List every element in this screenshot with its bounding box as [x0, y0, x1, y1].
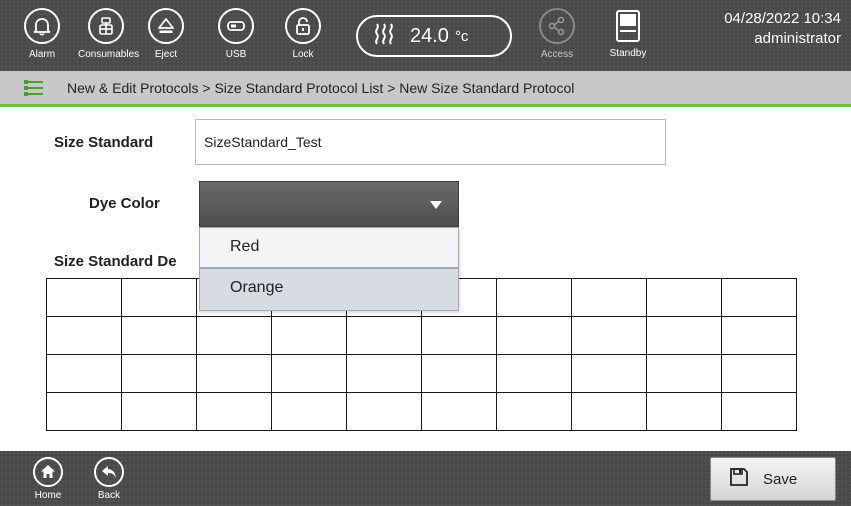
back-label: Back	[97, 490, 121, 501]
consumables-button[interactable]: Consumables	[78, 8, 140, 68]
table-cell[interactable]	[646, 392, 722, 431]
table-cell[interactable]	[46, 278, 122, 317]
consumables-label: Consumables	[78, 49, 140, 60]
date-time: 04/28/2022 10:34	[724, 10, 841, 27]
breadcrumb-bar: New & Edit Protocols > Size Standard Pro…	[0, 71, 851, 107]
table-cell[interactable]	[421, 316, 497, 355]
table-cell[interactable]	[121, 392, 197, 431]
instrument-screen: Alarm Consumables Eject USB Lock 24.0 °c…	[0, 0, 851, 506]
table-cell[interactable]	[271, 316, 347, 355]
current-user: administrator	[754, 30, 841, 47]
temperature-value: 24.0	[410, 24, 449, 47]
table-cell[interactable]	[121, 278, 197, 317]
table-cell[interactable]	[196, 316, 272, 355]
access-button[interactable]: Access	[529, 8, 585, 68]
table-cell[interactable]	[346, 392, 422, 431]
table-cell[interactable]	[571, 278, 647, 317]
table-cell[interactable]	[571, 316, 647, 355]
menu-list-icon[interactable]	[24, 80, 43, 96]
table-cell[interactable]	[421, 392, 497, 431]
floppy-disk-icon	[729, 467, 749, 491]
alarm-button[interactable]: Alarm	[14, 8, 70, 68]
table-cell[interactable]	[646, 316, 722, 355]
save-label: Save	[763, 470, 798, 488]
lock-icon	[285, 8, 321, 44]
dye-color-label: Dye Color	[89, 195, 160, 212]
table-cell[interactable]	[121, 316, 197, 355]
table-cell[interactable]	[646, 278, 722, 317]
size-standard-definition-label: Size Standard De	[54, 253, 177, 270]
table-cell[interactable]	[346, 316, 422, 355]
table-cell[interactable]	[721, 392, 797, 431]
table-cell[interactable]	[421, 354, 497, 393]
dye-option-red[interactable]: Red	[200, 228, 458, 269]
consumables-icon	[88, 8, 124, 44]
share-icon	[539, 8, 575, 44]
table-cell[interactable]	[571, 354, 647, 393]
standby-button[interactable]: Standby	[596, 8, 660, 68]
table-row	[46, 392, 797, 431]
dye-option-orange[interactable]: Orange	[200, 269, 458, 310]
usb-button[interactable]: USB	[208, 8, 264, 68]
table-cell[interactable]	[346, 354, 422, 393]
table-cell[interactable]	[571, 392, 647, 431]
dye-color-select[interactable]	[199, 181, 459, 227]
table-cell[interactable]	[496, 278, 572, 317]
eject-icon	[148, 8, 184, 44]
table-cell[interactable]	[721, 278, 797, 317]
back-button[interactable]: Back	[87, 457, 131, 503]
standby-label: Standby	[609, 48, 647, 59]
table-cell[interactable]	[271, 392, 347, 431]
dropdown-arrow-icon	[430, 201, 442, 209]
table-cell[interactable]	[496, 354, 572, 393]
table-cell[interactable]	[46, 316, 122, 355]
save-button[interactable]: Save	[710, 457, 836, 501]
table-cell[interactable]	[46, 392, 122, 431]
temperature-unit: °c	[454, 27, 469, 45]
dye-color-dropdown: Red Orange	[199, 227, 459, 311]
alarm-label: Alarm	[28, 49, 56, 60]
temperature-display[interactable]: 24.0 °c	[356, 15, 512, 57]
eject-button[interactable]: Eject	[138, 8, 194, 68]
table-cell[interactable]	[271, 354, 347, 393]
usb-icon	[218, 8, 254, 44]
heat-waves-icon	[372, 22, 396, 51]
table-cell[interactable]	[646, 354, 722, 393]
size-standard-label: Size Standard	[54, 134, 154, 151]
eject-label: Eject	[154, 49, 178, 60]
table-cell[interactable]	[721, 354, 797, 393]
table-cell[interactable]	[496, 316, 572, 355]
standby-icon	[616, 10, 640, 42]
table-row	[46, 354, 797, 393]
table-cell[interactable]	[196, 392, 272, 431]
table-cell[interactable]	[46, 354, 122, 393]
usb-label: USB	[225, 49, 247, 60]
table-row	[46, 316, 797, 355]
bell-icon	[24, 8, 60, 44]
breadcrumb: New & Edit Protocols > Size Standard Pro…	[67, 80, 575, 96]
access-label: Access	[540, 49, 574, 60]
status-info: 04/28/2022 10:34 administrator	[724, 9, 841, 49]
back-arrow-icon	[94, 457, 124, 487]
lock-label: Lock	[292, 49, 314, 60]
home-label: Home	[34, 490, 62, 501]
table-cell[interactable]	[196, 354, 272, 393]
table-cell[interactable]	[496, 392, 572, 431]
table-cell[interactable]	[121, 354, 197, 393]
lock-button[interactable]: Lock	[275, 8, 331, 68]
top-toolbar: Alarm Consumables Eject USB Lock 24.0 °c…	[0, 0, 851, 71]
home-icon	[33, 457, 63, 487]
table-cell[interactable]	[721, 316, 797, 355]
home-button[interactable]: Home	[26, 457, 70, 503]
size-standard-input[interactable]	[195, 119, 666, 165]
